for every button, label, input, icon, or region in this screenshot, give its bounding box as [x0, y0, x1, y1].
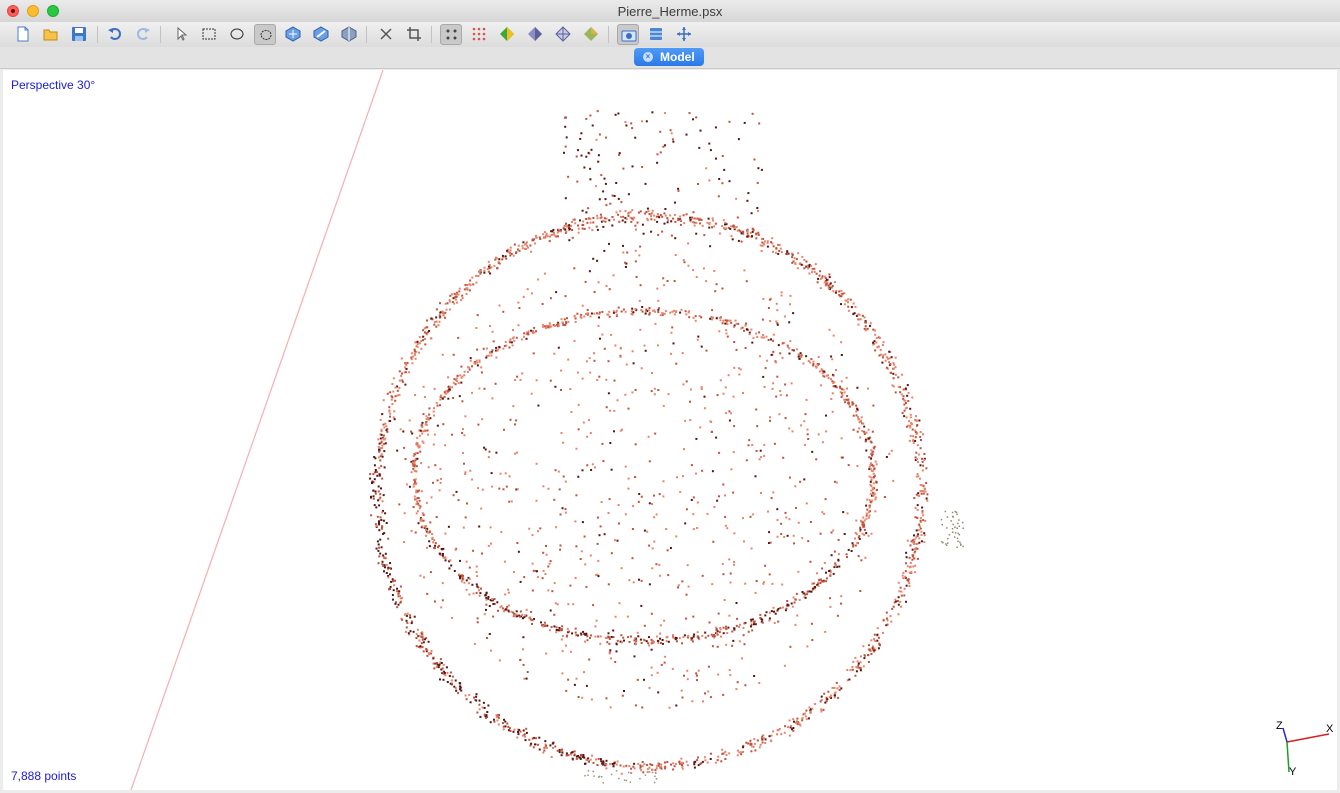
- axis-y-label: Y: [1289, 766, 1297, 778]
- wireframe-model-icon[interactable]: [552, 24, 574, 45]
- circle-select-icon[interactable]: [226, 24, 248, 45]
- new-icon[interactable]: [12, 24, 34, 45]
- navigation-icon[interactable]: [673, 24, 695, 45]
- open-icon[interactable]: [40, 24, 62, 45]
- title-bar: Pierre_Herme.psx: [0, 0, 1340, 23]
- tab-model-label: Model: [660, 50, 695, 64]
- point-cloud-canvas: [130, 70, 964, 790]
- rotate-object-icon[interactable]: [310, 24, 332, 45]
- point-cloud: [369, 110, 964, 784]
- solid-model-icon[interactable]: [524, 24, 546, 45]
- crop-selection-icon[interactable]: [403, 24, 425, 45]
- point-count-label: 7,888 points: [11, 769, 77, 783]
- rect-select-icon[interactable]: [198, 24, 220, 45]
- window-title: Pierre_Herme.psx: [617, 4, 723, 19]
- point-cloud-icon[interactable]: [440, 24, 462, 45]
- show-region-icon[interactable]: [645, 24, 667, 45]
- move-object-icon[interactable]: [282, 24, 304, 45]
- ground-grid-line: [130, 70, 384, 790]
- shaded-model-icon[interactable]: [496, 24, 518, 45]
- scale-object-icon[interactable]: [338, 24, 360, 45]
- show-cameras-icon[interactable]: [617, 24, 639, 45]
- select-icon[interactable]: [170, 24, 192, 45]
- axis-x-label: X: [1326, 723, 1334, 735]
- dense-cloud-icon[interactable]: [468, 24, 490, 45]
- redo-icon[interactable]: [132, 24, 154, 45]
- undo-icon[interactable]: [104, 24, 126, 45]
- delete-selection-icon[interactable]: [375, 24, 397, 45]
- close-tab-icon[interactable]: ×: [643, 52, 653, 62]
- model-viewport[interactable]: Perspective 30° 7,888 points Z X Y: [3, 70, 1337, 790]
- save-icon[interactable]: [68, 24, 90, 45]
- toolbar: [0, 22, 1340, 48]
- free-select-icon[interactable]: [254, 24, 276, 45]
- axis-z-label: Z: [1276, 720, 1283, 732]
- document-tab-strip: × Model: [0, 47, 1340, 69]
- orientation-axes-gizmo: Z X Y: [1269, 720, 1335, 782]
- tab-model[interactable]: × Model: [634, 48, 704, 66]
- textured-model-icon[interactable]: [580, 24, 602, 45]
- view-mode-label: Perspective 30°: [11, 78, 96, 92]
